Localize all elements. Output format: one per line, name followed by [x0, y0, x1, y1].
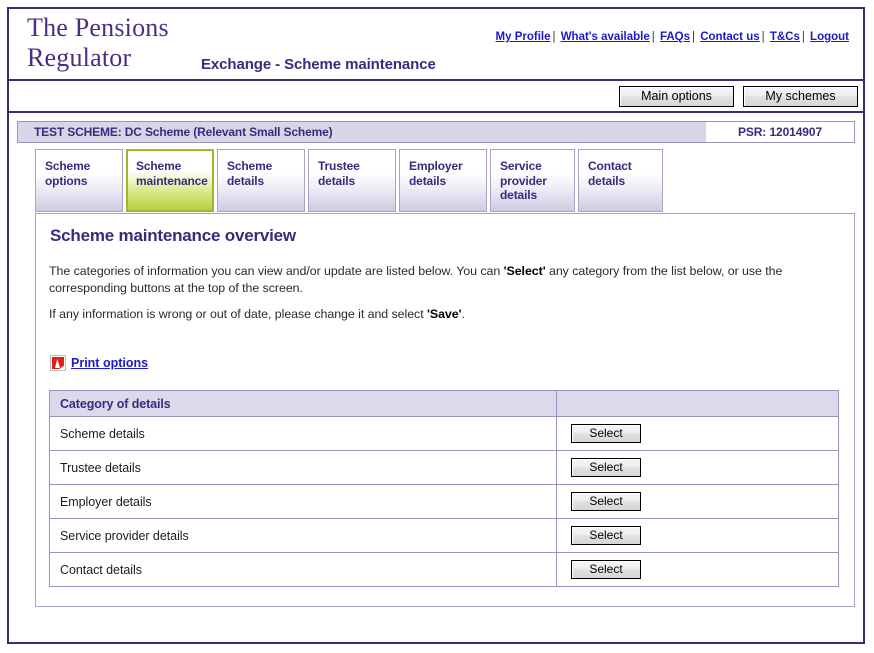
action-cell: Select	[556, 518, 839, 553]
select-button-employer-details[interactable]: Select	[571, 492, 641, 511]
application-frame: The Pensions Regulator Exchange - Scheme…	[7, 7, 865, 644]
save-text-a: If any information is wrong or out of da…	[49, 307, 427, 321]
column-header-action	[556, 390, 839, 417]
tab-contact-details[interactable]: Contact details	[578, 149, 663, 212]
scheme-identity-bar: TEST SCHEME: DC Scheme (Relevant Small S…	[17, 121, 855, 143]
tab-scheme-options[interactable]: Scheme options	[35, 149, 123, 212]
table-header-row: Category of details	[49, 390, 839, 417]
select-button-service-provider-details[interactable]: Select	[571, 526, 641, 545]
scheme-tabs: Scheme options Scheme maintenance Scheme…	[35, 149, 863, 213]
save-emphasis: 'Save'	[426, 307, 462, 321]
main-options-button[interactable]: Main options	[619, 86, 734, 107]
table-row: Contact details Select	[49, 552, 839, 587]
table-row: Trustee details Select	[49, 450, 839, 485]
tab-trustee-details[interactable]: Trustee details	[308, 149, 396, 212]
column-header-category: Category of details	[49, 390, 557, 417]
scheme-psr-number: PSR: 12014907	[706, 122, 854, 142]
nav-link-contact-us[interactable]: Contact us	[700, 31, 759, 43]
action-cell: Select	[556, 416, 839, 451]
category-scheme-details: Scheme details	[49, 416, 557, 451]
nav-separator: |	[552, 31, 556, 43]
intro-paragraph: The categories of information you can vi…	[49, 263, 824, 297]
action-cell: Select	[556, 450, 839, 485]
page-title: Exchange - Scheme maintenance	[201, 56, 436, 73]
select-button-trustee-details[interactable]: Select	[571, 458, 641, 477]
nav-link-logout[interactable]: Logout	[810, 31, 849, 43]
my-schemes-button[interactable]: My schemes	[743, 86, 858, 107]
main-content-panel: Scheme maintenance overview The categori…	[35, 213, 855, 607]
panel-heading: Scheme maintenance overview	[50, 226, 296, 245]
action-cell: Select	[556, 552, 839, 587]
tab-scheme-maintenance[interactable]: Scheme maintenance	[126, 149, 214, 212]
table-row: Employer details Select	[49, 484, 839, 519]
nav-link-tcs[interactable]: T&Cs	[770, 31, 800, 43]
category-details-table: Category of details Scheme details Selec…	[49, 390, 839, 587]
category-contact-details: Contact details	[49, 552, 557, 587]
table-header: Category of details	[49, 390, 839, 417]
tab-employer-details[interactable]: Employer details	[399, 149, 487, 212]
nav-separator: |	[651, 31, 655, 43]
select-button-scheme-details[interactable]: Select	[571, 424, 641, 443]
option-button-bar: Main options My schemes	[9, 81, 863, 113]
scheme-name: TEST SCHEME: DC Scheme (Relevant Small S…	[18, 122, 706, 142]
save-text-b: .	[461, 307, 465, 321]
tab-scheme-details[interactable]: Scheme details	[217, 149, 305, 212]
nav-separator: |	[691, 31, 695, 43]
table-row: Service provider details Select	[49, 518, 839, 553]
select-emphasis: 'Select'	[503, 264, 546, 278]
select-button-contact-details[interactable]: Select	[571, 560, 641, 579]
action-cell: Select	[556, 484, 839, 519]
pdf-icon	[50, 355, 66, 371]
print-options-row[interactable]: Print options	[50, 355, 148, 371]
save-instruction-paragraph: If any information is wrong or out of da…	[49, 306, 824, 323]
nav-link-whats-available[interactable]: What's available	[561, 31, 650, 43]
utility-nav: My Profile | What's available | FAQs | Cont…	[496, 31, 849, 43]
page-header: The Pensions Regulator Exchange - Scheme…	[9, 9, 863, 81]
category-service-provider-details: Service provider details	[49, 518, 557, 553]
table-body: Scheme details Select Trustee details Se…	[49, 416, 839, 587]
category-employer-details: Employer details	[49, 484, 557, 519]
intro-text-a: The categories of information you can vi…	[49, 264, 504, 278]
nav-separator: |	[761, 31, 765, 43]
nav-link-faqs[interactable]: FAQs	[660, 31, 690, 43]
tpr-logo: The Pensions Regulator	[27, 13, 169, 72]
category-trustee-details: Trustee details	[49, 450, 557, 485]
table-row: Scheme details Select	[49, 416, 839, 451]
tab-service-provider-details[interactable]: Service provider details	[490, 149, 575, 212]
print-options-link[interactable]: Print options	[71, 356, 148, 370]
nav-separator: |	[801, 31, 805, 43]
nav-link-my-profile[interactable]: My Profile	[496, 31, 551, 43]
